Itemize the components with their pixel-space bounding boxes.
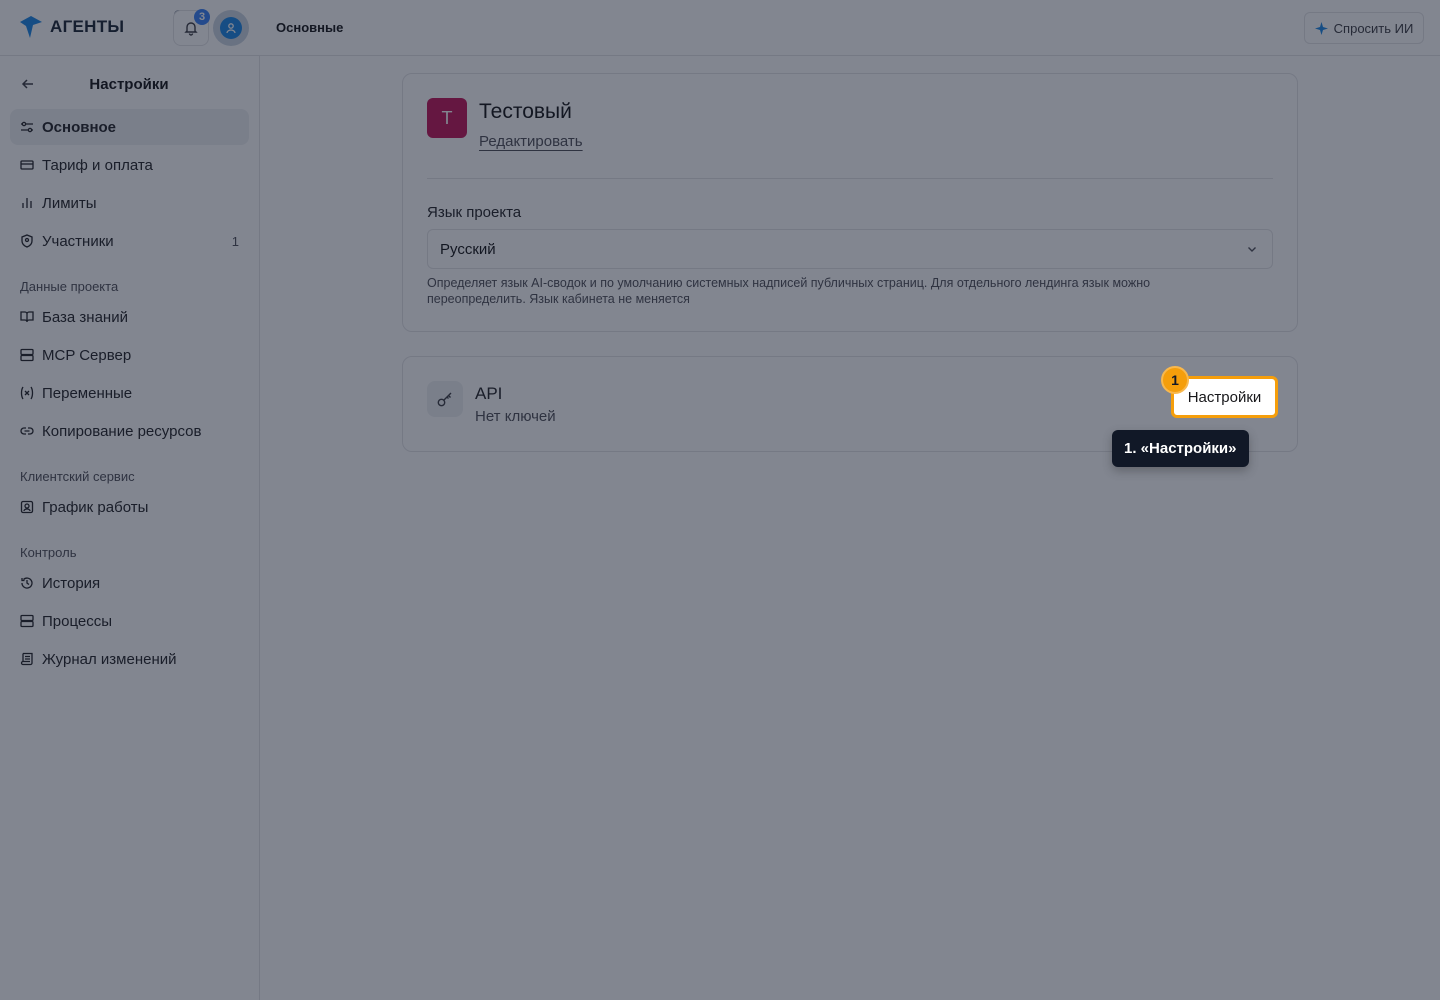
logo-icon — [20, 16, 42, 38]
section-label-control: Контроль — [20, 545, 77, 560]
user-icon — [226, 23, 236, 34]
sidebar-item-label: Переменные — [42, 384, 133, 402]
sidebar: Настройки Основное Тариф и оплата Лимиты… — [0, 56, 260, 1000]
edit-project-link[interactable]: Редактировать — [479, 133, 583, 150]
top-bar: АГЕНТЫ 3 Основные Спросить ИИ — [0, 0, 1440, 56]
language-select[interactable]: Русский — [427, 229, 1273, 269]
sidebar-item-billing[interactable]: Тариф и оплата — [10, 147, 249, 183]
sidebar-item-label: MCP Сервер — [42, 346, 132, 364]
sidebar-item-variables[interactable]: Переменные — [10, 375, 249, 411]
sidebar-item-label: Копирование ресурсов — [42, 422, 202, 440]
api-status: Нет ключей — [475, 408, 556, 425]
sidebar-item-general[interactable]: Основное — [10, 109, 249, 145]
sparkle-icon — [1314, 21, 1328, 35]
api-title: API — [475, 384, 503, 403]
sidebar-item-members[interactable]: Участники 1 — [10, 223, 249, 259]
sliders-icon — [20, 120, 34, 134]
sidebar-item-copy-resources[interactable]: Копирование ресурсов — [10, 413, 249, 449]
sidebar-item-history[interactable]: История — [10, 565, 249, 601]
book-icon — [20, 310, 34, 324]
sidebar-title: Настройки — [89, 76, 169, 93]
sidebar-item-mcp-server[interactable]: MCP Сервер — [10, 337, 249, 373]
section-label-client-service: Клиентский сервис — [20, 469, 135, 484]
sidebar-item-label: Процессы — [42, 612, 113, 630]
project-card: Т Тестовый Редактировать Язык проекта Ру… — [402, 73, 1298, 332]
sidebar-item-changelog[interactable]: Журнал изменений — [10, 641, 249, 677]
breadcrumb: Основные — [276, 20, 344, 35]
app-name: АГЕНТЫ — [50, 17, 125, 36]
credit-card-icon — [20, 158, 34, 172]
language-value: Русский — [440, 240, 496, 258]
chevron-down-icon — [1248, 247, 1256, 252]
ask-ai-label: Спросить ИИ — [1333, 20, 1414, 36]
server-icon — [20, 614, 34, 628]
bar-chart-icon — [20, 196, 34, 210]
members-count: 1 — [231, 233, 239, 249]
sidebar-item-label: Участники — [42, 232, 114, 250]
variable-icon — [20, 386, 34, 400]
project-name: Тестовый — [479, 100, 572, 123]
sidebar-item-label: График работы — [42, 498, 149, 516]
sidebar-item-label: Лимиты — [42, 194, 97, 212]
sidebar-item-label: Основное — [42, 118, 117, 136]
project-avatar: Т — [427, 98, 467, 138]
sidebar-item-knowledge-base[interactable]: База знаний — [10, 299, 249, 335]
app-logo[interactable]: АГЕНТЫ — [18, 14, 124, 40]
language-hint: Определяет язык AI-сводок и по умолчанию… — [427, 276, 1151, 306]
section-label-project-data: Данные проекта — [20, 279, 119, 294]
server-icon — [20, 348, 34, 362]
users-icon — [20, 234, 34, 248]
user-avatar-button[interactable] — [213, 10, 249, 46]
sidebar-item-label: История — [42, 574, 101, 592]
highlight-number-badge: 1 — [1161, 366, 1189, 394]
sidebar-item-limits[interactable]: Лимиты — [10, 185, 249, 221]
notifications-badge: 3 — [194, 9, 210, 25]
history-icon — [20, 576, 34, 590]
sidebar-item-processes[interactable]: Процессы — [10, 603, 249, 639]
scroll-icon — [20, 652, 34, 666]
sidebar-item-label: База знаний — [42, 308, 128, 326]
divider — [427, 178, 1273, 179]
sidebar-item-schedule[interactable]: График работы — [10, 489, 249, 525]
link-icon — [20, 424, 34, 438]
ask-ai-button[interactable]: Спросить ИИ — [1304, 12, 1424, 44]
key-icon — [427, 381, 463, 417]
language-label: Язык проекта — [427, 204, 522, 221]
schedule-icon — [20, 500, 34, 514]
sidebar-item-label: Журнал изменений — [42, 650, 177, 668]
sidebar-item-label: Тариф и оплата — [42, 156, 153, 174]
user-avatar — [220, 17, 242, 39]
highlight-tooltip: 1. «Настройки» — [1112, 430, 1249, 467]
